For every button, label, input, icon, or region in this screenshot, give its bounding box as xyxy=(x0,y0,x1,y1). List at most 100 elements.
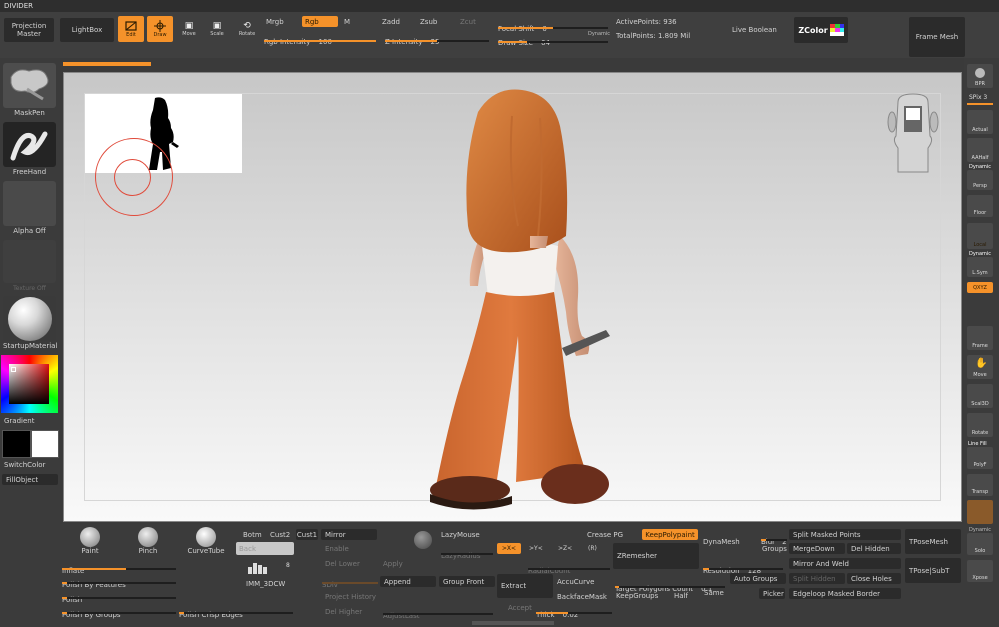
freehand-stroke-button[interactable]: FreeHand xyxy=(3,122,56,177)
mirror-button[interactable]: Mirror xyxy=(321,529,377,540)
polish-by-groups-slider[interactable]: Polish By Groups xyxy=(62,602,176,619)
ghost-button[interactable] xyxy=(967,500,993,524)
inflate-slider[interactable]: Inflate xyxy=(62,558,176,575)
maskpen-brush-button[interactable]: MaskPen xyxy=(3,63,56,118)
bpr-button[interactable]: BPR xyxy=(967,64,993,88)
target-polygons-slider[interactable]: Target Polygons Count 0.1 xyxy=(615,576,725,593)
z-intensity-slider[interactable]: Z Intensity 25 xyxy=(385,29,489,46)
tpose-mesh-button[interactable]: TPoseMesh xyxy=(905,529,961,554)
switch-color-button[interactable]: SwitchColor xyxy=(4,461,45,469)
del-higher-button[interactable]: Del Higher xyxy=(325,608,362,616)
rotate-mode-button[interactable]: ⟲ Rotate xyxy=(235,18,259,40)
paint-brush-button[interactable]: Paint xyxy=(72,527,108,557)
rgb-button[interactable]: Rgb xyxy=(302,16,338,27)
del-hidden-button[interactable]: Del Hidden xyxy=(847,543,901,554)
thick-slider[interactable]: Thick 0.02 xyxy=(536,602,612,619)
polish-slider[interactable]: Polish xyxy=(62,587,176,604)
group-front-button[interactable]: Group Front xyxy=(439,576,495,587)
zadd-button[interactable]: Zadd xyxy=(382,18,400,26)
rgb-intensity-slider[interactable]: Rgb Intensity 100 xyxy=(264,29,376,46)
picker-button[interactable]: Picker xyxy=(759,588,785,599)
lazyradius-slider[interactable]: LazyRadius xyxy=(441,543,493,560)
merge-down-button[interactable]: MergeDown xyxy=(789,543,845,554)
secondary-color-swatch[interactable] xyxy=(31,430,59,458)
m-button[interactable]: M xyxy=(344,18,350,26)
edit-button[interactable]: Edit xyxy=(118,16,144,42)
extract-button[interactable]: Extract xyxy=(497,574,553,598)
character-model[interactable] xyxy=(420,86,620,516)
navigation-gizmo[interactable] xyxy=(884,92,942,182)
enable-button[interactable]: Enable xyxy=(325,545,349,553)
keep-groups-button[interactable]: KeepGroups xyxy=(616,592,658,600)
close-holes-button[interactable]: Close Holes xyxy=(847,573,901,584)
zsub-button[interactable]: Zsub xyxy=(420,18,437,26)
zcolor-button[interactable]: ZColor xyxy=(794,17,848,43)
spix-setting[interactable]: SPix 3 xyxy=(969,94,987,101)
startup-material-button[interactable]: StartupMaterial xyxy=(3,296,57,352)
backface-mask-button[interactable]: BackfaceMask xyxy=(557,593,607,601)
symmetry-x-button[interactable]: >X< xyxy=(497,543,521,554)
cust2-button[interactable]: Cust2 xyxy=(270,531,290,539)
move-view-button[interactable]: ✋ Move xyxy=(967,355,993,379)
actual-button[interactable]: Actual xyxy=(967,110,993,134)
gradient-button[interactable]: Gradient xyxy=(4,417,34,425)
resolution-slider[interactable]: Resolution 128 xyxy=(703,558,783,575)
lazymouse-button[interactable]: LazyMouse xyxy=(441,531,480,539)
polish-crisp-edges-slider[interactable]: Polish Crisp Edges xyxy=(179,602,293,619)
crease-pg-button[interactable]: Crease PG xyxy=(587,531,623,539)
auto-groups-button[interactable]: Auto Groups xyxy=(730,573,786,584)
polish-by-features-slider[interactable]: Polish By Features xyxy=(62,572,176,589)
qxyz-button[interactable]: QXYZ xyxy=(967,282,993,293)
scale3d-button[interactable]: Scal3D xyxy=(967,384,993,408)
keep-polypaint-button[interactable]: KeepPolypaint xyxy=(642,529,698,540)
symmetry-z-button[interactable]: >Z< xyxy=(558,545,572,552)
main-color-swatch[interactable] xyxy=(2,430,31,458)
sdiv-slider[interactable]: SDiv xyxy=(322,572,378,589)
frame-button[interactable]: Frame xyxy=(967,326,993,350)
zremesher-button[interactable]: ZRemesher xyxy=(613,543,699,569)
dynamic-button[interactable]: Dynamic xyxy=(588,31,610,37)
apply-button[interactable]: Apply xyxy=(383,560,403,568)
local-button[interactable]: Local xyxy=(967,223,993,249)
focal-shift-slider[interactable]: Focal Shift 0 xyxy=(498,16,608,33)
mrgb-button[interactable]: Mrgb xyxy=(266,18,284,26)
del-lower-button[interactable]: Del Lower xyxy=(325,560,360,568)
edgeloop-masked-border-button[interactable]: Edgeloop Masked Border xyxy=(789,588,901,599)
same-button[interactable]: Same xyxy=(704,589,724,597)
cust1-button[interactable]: Cust1 xyxy=(296,529,318,540)
lightbox-button[interactable]: LightBox xyxy=(60,18,114,42)
texture-off-button[interactable]: Texture Off xyxy=(3,240,56,293)
tpose-subt-button[interactable]: TPose|SubT xyxy=(905,558,961,583)
live-boolean-button[interactable]: Live Boolean xyxy=(732,26,777,34)
lsym-button[interactable]: L.Sym xyxy=(967,257,993,277)
split-masked-points-button[interactable]: Split Masked Points xyxy=(789,529,901,540)
aahalf-button[interactable]: AAHalf xyxy=(967,138,993,162)
persp-button[interactable]: Persp xyxy=(967,170,993,190)
fill-object-button[interactable]: FillObject xyxy=(2,474,58,485)
bottom-collapse-handle[interactable] xyxy=(472,621,554,625)
move-mode-button[interactable]: ▣ Move xyxy=(178,18,200,40)
accept-button[interactable]: Accept xyxy=(508,604,532,612)
frame-mesh-button[interactable]: Frame Mesh xyxy=(909,17,965,57)
rotate-view-button[interactable]: Rotate xyxy=(967,413,993,437)
dynamesh-button[interactable]: DynaMesh xyxy=(703,538,740,546)
botm-button[interactable]: Botm xyxy=(243,531,262,539)
groups-button[interactable]: Groups xyxy=(762,545,787,553)
pinch-brush-button[interactable]: Pinch xyxy=(130,527,166,557)
half-button[interactable]: Half xyxy=(674,592,688,600)
zcut-button[interactable]: Zcut xyxy=(460,18,476,26)
mirror-and-weld-button[interactable]: Mirror And Weld xyxy=(789,558,901,569)
split-hidden-button[interactable]: Split Hidden xyxy=(789,573,845,584)
radial-symmetry-button[interactable]: (R) xyxy=(588,545,597,552)
accucurve-button[interactable]: AccuCurve xyxy=(557,578,594,586)
imm-curvetube-button[interactable]: 8 IMM_3DCW xyxy=(246,560,294,588)
transp-button[interactable]: Transp xyxy=(967,474,993,496)
projection-master-button[interactable]: Projection Master xyxy=(4,18,54,42)
xpose-button[interactable]: Xpose xyxy=(967,560,993,582)
adjust-last-slider[interactable]: AdjustLast xyxy=(383,603,493,620)
draw-button[interactable]: Draw xyxy=(147,16,173,42)
solo-button[interactable]: Solo xyxy=(967,533,993,555)
symmetry-y-button[interactable]: >Y< xyxy=(529,545,543,552)
project-history-button[interactable]: Project History xyxy=(325,593,376,601)
blur-slider[interactable]: Blur 2 xyxy=(761,529,787,546)
